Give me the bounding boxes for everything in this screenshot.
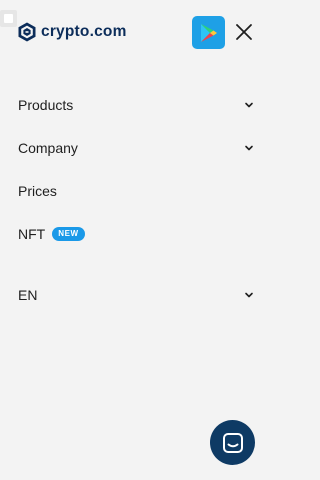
nav-item-label: Prices bbox=[18, 183, 57, 199]
brand-name: crypto.com bbox=[41, 23, 127, 40]
nav-item-company[interactable]: Company bbox=[18, 127, 258, 169]
nav-item-nft-label-group: NFT NEW bbox=[18, 226, 85, 242]
nav-item-label: EN bbox=[18, 287, 38, 303]
nav-item-nft[interactable]: NFT NEW bbox=[18, 213, 258, 255]
nav-item-language[interactable]: EN bbox=[18, 274, 258, 316]
new-badge: NEW bbox=[52, 227, 85, 241]
brand-logo[interactable]: crypto.com bbox=[18, 22, 127, 42]
header: crypto.com bbox=[0, 0, 270, 64]
nav-item-label: Company bbox=[18, 140, 78, 156]
nav-item-products[interactable]: Products bbox=[18, 84, 258, 126]
google-play-button[interactable] bbox=[192, 16, 225, 49]
chat-button[interactable] bbox=[210, 420, 255, 465]
nav-item-prices[interactable]: Prices bbox=[18, 170, 258, 212]
chevron-down-icon bbox=[245, 145, 253, 151]
close-button[interactable] bbox=[234, 22, 254, 42]
nav-item-label: Products bbox=[18, 97, 74, 113]
close-icon bbox=[236, 24, 252, 40]
google-play-icon bbox=[200, 23, 217, 42]
chevron-down-icon bbox=[245, 292, 253, 298]
chat-icon bbox=[222, 432, 243, 453]
crypto-logo-icon bbox=[18, 22, 36, 42]
nav-item-label: NFT bbox=[18, 226, 46, 242]
chevron-down-icon bbox=[245, 102, 253, 108]
